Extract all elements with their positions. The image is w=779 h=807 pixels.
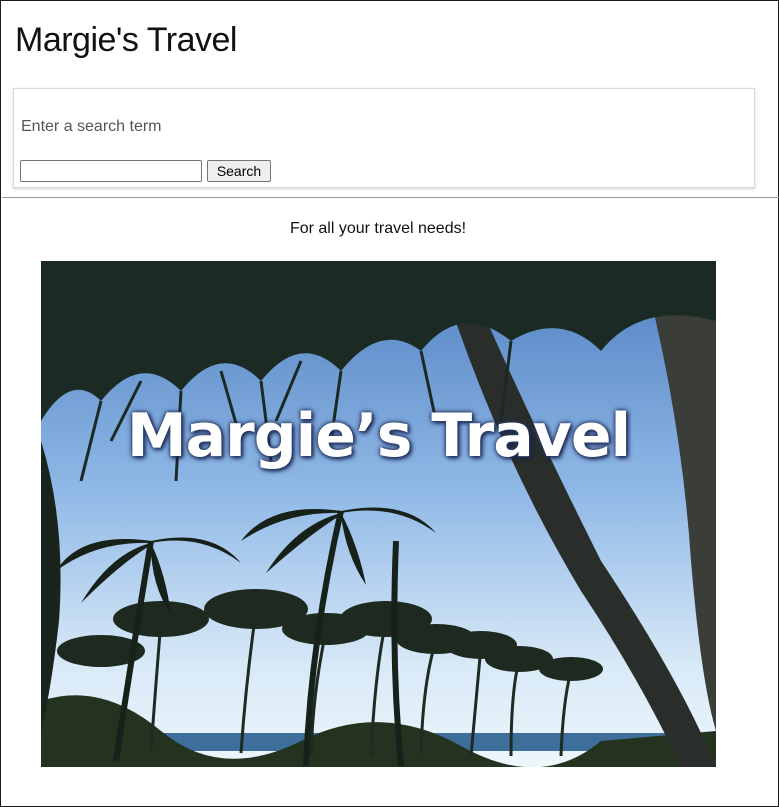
page-frame: Margie's Travel Enter a search term Sear… bbox=[0, 0, 779, 807]
header-divider bbox=[2, 197, 779, 198]
search-panel: Enter a search term Search bbox=[13, 88, 755, 188]
hero-overlay-title: Margie’s Travel bbox=[126, 401, 631, 471]
search-prompt: Enter a search term bbox=[21, 118, 162, 135]
site-title: Margie's Travel bbox=[15, 21, 237, 59]
search-button[interactable]: Search bbox=[207, 160, 271, 182]
search-input[interactable] bbox=[20, 160, 202, 182]
palm-trees-photo bbox=[41, 261, 716, 767]
tagline: For all your travel needs! bbox=[289, 220, 467, 237]
hero-image: Margie’s Travel bbox=[41, 261, 716, 767]
